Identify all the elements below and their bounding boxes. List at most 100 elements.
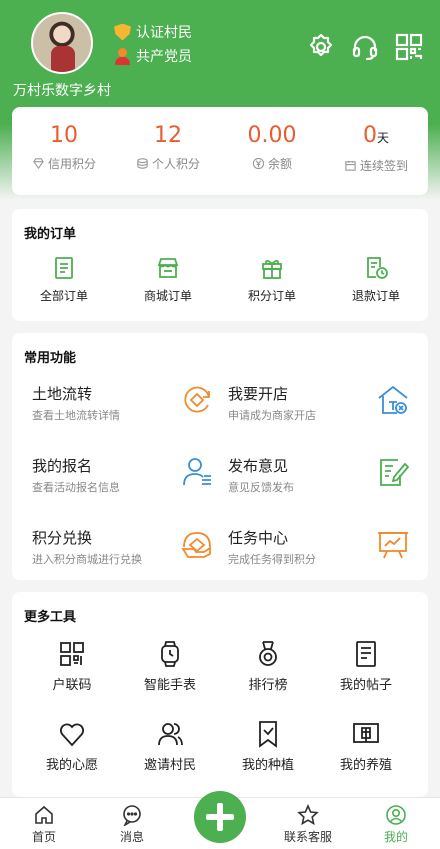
tool-label: 我的心愿 (45, 758, 98, 773)
document-icon (55, 257, 73, 279)
tool-label: 我的种植 (241, 758, 294, 773)
tab-label: 联系客服 (283, 830, 332, 844)
tool-leaderboard[interactable]: 排行榜 (216, 640, 320, 693)
badge-label: 认证村民 (136, 25, 192, 41)
order-label: 退款订单 (351, 289, 400, 303)
stat-personal-points[interactable]: 12 个人积分 (116, 123, 220, 195)
order-label: 积分订单 (247, 289, 296, 303)
livestock-icon (353, 723, 379, 743)
stat-credit-points[interactable]: 10 信用积分 (12, 123, 116, 195)
function-title: 我要开店 (228, 385, 289, 403)
tool-invite-villagers[interactable]: 邀请村民 (118, 720, 222, 773)
order-all-button[interactable]: 全部订单 (12, 255, 116, 304)
function-my-registration[interactable]: 我的报名 查看活动报名信息 (24, 455, 220, 507)
exchange-hand-icon (181, 532, 211, 558)
post-icon (356, 641, 376, 667)
tab-customer-service[interactable]: 联系客服 (264, 804, 352, 845)
function-land-transfer[interactable]: 土地流转 查看土地流转详情 (24, 383, 220, 435)
badge-label: 共产党员 (136, 49, 192, 65)
tool-my-livestock[interactable]: 我的养殖 (314, 720, 418, 773)
function-subtitle: 查看土地流转详情 (32, 409, 120, 422)
stat-label: 余额 (267, 157, 292, 171)
function-open-store[interactable]: 我要开店 申请成为商家开店 (220, 383, 416, 435)
function-title: 发布意见 (228, 457, 289, 475)
function-title: 任务中心 (228, 529, 289, 547)
coins-icon (137, 158, 148, 169)
tab-label: 消息 (119, 830, 144, 844)
function-post-feedback[interactable]: 发布意见 意见反馈发布 (220, 455, 416, 507)
tab-profile[interactable]: 我的 (352, 804, 440, 845)
tool-label: 户联码 (52, 678, 92, 693)
tool-my-wish[interactable]: 我的心愿 (20, 720, 124, 773)
settings-icon[interactable] (306, 32, 336, 62)
order-refund-button[interactable]: 退款订单 (324, 255, 428, 304)
section-title: 我的订单 (24, 227, 77, 242)
party-member-badge: 共产党员 (114, 46, 192, 66)
section-title: 更多工具 (24, 610, 77, 625)
medal-icon (259, 641, 277, 666)
home-icon (35, 805, 53, 824)
function-title: 土地流转 (32, 385, 93, 403)
person-icon (114, 47, 131, 65)
publish-plus-button[interactable] (194, 791, 246, 843)
edit-note-icon (380, 459, 410, 486)
headset-icon[interactable] (350, 32, 380, 62)
tool-label: 我的帖子 (339, 678, 392, 693)
function-subtitle: 完成任务得到积分 (228, 553, 316, 566)
more-tools-card: 更多工具 户联码 智能手表 排行榜 我的帖子 我的心愿 邀请村民 我的种植 我的… (12, 592, 428, 797)
section-title: 常用功能 (24, 351, 77, 366)
user-list-icon (183, 458, 211, 486)
order-label: 商城订单 (143, 289, 192, 303)
users-icon (158, 723, 183, 746)
stat-unit: 天 (376, 131, 389, 145)
tool-my-planting[interactable]: 我的种植 (216, 720, 320, 773)
plant-bookmark-icon (259, 721, 277, 748)
function-subtitle: 意见反馈发布 (228, 481, 294, 494)
tool-label: 排行榜 (248, 678, 288, 693)
tool-household-code[interactable]: 户联码 (20, 640, 124, 693)
gift-icon (262, 259, 282, 279)
tab-home[interactable]: 首页 (0, 804, 88, 845)
heart-icon (60, 723, 84, 747)
header-actions (306, 32, 424, 62)
order-points-button[interactable]: 积分订单 (220, 255, 324, 304)
certified-villager-badge: 认证村民 (114, 22, 192, 42)
stat-label: 个人积分 (151, 157, 200, 171)
stat-value: 10 (50, 123, 78, 148)
order-label: 全部订单 (39, 289, 88, 303)
message-icon (123, 805, 141, 826)
tool-smart-watch[interactable]: 智能手表 (118, 640, 222, 693)
stat-value: 12 (154, 123, 182, 148)
refund-icon (367, 257, 388, 279)
tab-label: 首页 (31, 830, 56, 844)
stat-label: 信用积分 (47, 157, 96, 171)
calendar-icon (345, 160, 356, 171)
shop-icon (157, 258, 179, 278)
qrcode-icon (60, 642, 84, 666)
diamond-icon (33, 158, 44, 170)
qrcode-icon[interactable] (394, 32, 424, 62)
function-points-exchange[interactable]: 积分兑换 进入积分商城进行兑换 (24, 527, 220, 579)
stat-label: 连续签到 (359, 159, 408, 173)
tool-label: 邀请村民 (143, 758, 196, 773)
order-mall-button[interactable]: 商城订单 (116, 255, 220, 304)
tool-label: 智能手表 (143, 678, 196, 693)
stat-balance[interactable]: 0.00 余额 (220, 123, 324, 195)
tool-my-posts[interactable]: 我的帖子 (314, 640, 418, 693)
function-task-center[interactable]: 任务中心 完成任务得到积分 (220, 527, 416, 579)
watch-icon (161, 641, 179, 667)
function-title: 我的报名 (32, 457, 93, 475)
stat-checkin-streak[interactable]: 0天 连续签到 (324, 123, 428, 195)
task-board-icon (378, 532, 408, 559)
tab-label: 我的 (383, 830, 408, 844)
tab-messages[interactable]: 消息 (88, 804, 176, 845)
stats-card: 10 信用积分 12 个人积分 0.00 余额 0天 连续签到 (12, 107, 428, 195)
shield-icon (114, 23, 131, 41)
land-transfer-icon (184, 386, 210, 413)
avatar[interactable] (31, 12, 93, 74)
yen-icon (252, 157, 265, 170)
stat-value: 0.00 (247, 123, 297, 148)
function-subtitle: 申请成为商家开店 (228, 409, 316, 422)
stat-value: 0天 (362, 123, 389, 148)
common-functions-card: 常用功能 土地流转 查看土地流转详情 我要开店 申请成为商家开店 我的报名 查看… (12, 333, 428, 580)
